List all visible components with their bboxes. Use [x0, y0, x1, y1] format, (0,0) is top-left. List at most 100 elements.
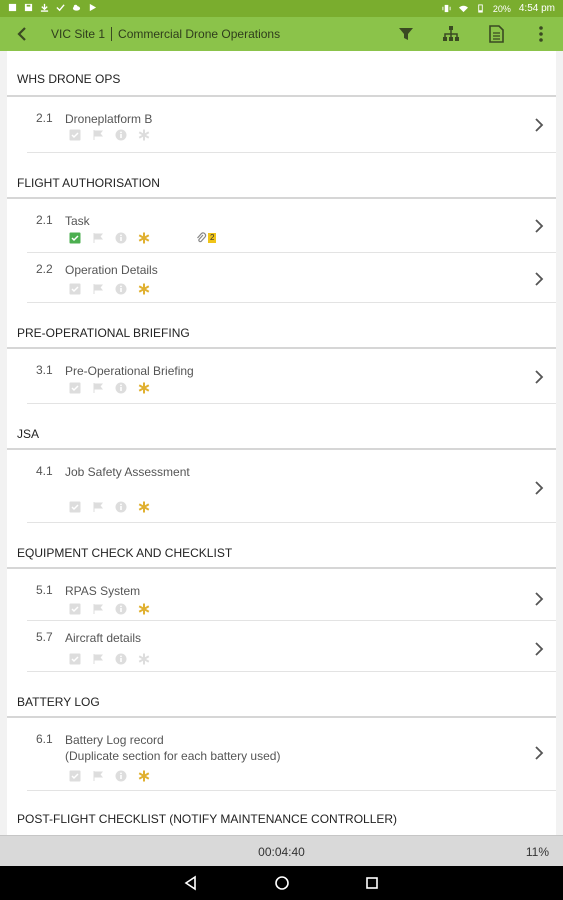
item-status-icons [69, 501, 150, 513]
section-header: WHS DRONE OPS [7, 65, 556, 97]
back-arrow-icon[interactable] [14, 25, 32, 43]
list-item[interactable]: 2.2 Operation Details [27, 253, 556, 303]
required-asterisk-icon [138, 283, 150, 295]
item-label: Droneplatform B [65, 112, 153, 126]
info-icon [115, 283, 127, 295]
item-number: 2.1 [36, 213, 53, 227]
item-status-icons [69, 603, 150, 615]
battery-icon [478, 4, 483, 13]
list-item[interactable]: 2.1 Droneplatform B [27, 97, 556, 153]
required-asterisk-icon [138, 382, 150, 394]
item-label: RPAS System [65, 584, 141, 598]
chevron-right-icon[interactable] [534, 218, 544, 234]
checkbox-icon [69, 283, 81, 295]
checkbox-icon [69, 603, 81, 615]
checkbox-icon [69, 501, 81, 513]
flag-icon [93, 502, 104, 512]
app-bar: VIC Site 1 Commercial Drone Operations [0, 17, 563, 51]
info-icon [115, 770, 127, 782]
required-asterisk-icon [138, 232, 150, 244]
section-header: BATTERY LOG [7, 688, 556, 718]
required-asterisk-icon [138, 653, 150, 665]
item-number: 6.1 [36, 732, 53, 746]
item-label: Aircraft details [65, 631, 142, 645]
battery-percent: 20% [492, 3, 511, 14]
notification-save-icon [24, 3, 33, 12]
list-item[interactable]: 3.1 Pre-Operational Briefing [27, 349, 556, 404]
checklist-content[interactable]: WHS DRONE OPS 2.1 Droneplatform B FLIGHT… [7, 51, 556, 835]
info-icon [115, 653, 127, 665]
item-label: Job Safety Assessment [65, 465, 190, 479]
list-item[interactable]: 5.1 RPAS System [27, 569, 556, 621]
required-asterisk-icon [138, 603, 150, 615]
item-number: 3.1 [36, 363, 53, 377]
notification-play-icon [89, 3, 97, 12]
chevron-right-icon[interactable] [534, 369, 544, 385]
section-header: POST-FLIGHT CHECKLIST (NOTIFY MAINTENANC… [7, 805, 556, 833]
info-icon [115, 232, 127, 244]
info-icon [115, 603, 127, 615]
notification-download-icon [40, 3, 49, 12]
chevron-right-icon[interactable] [534, 271, 544, 287]
nav-home-icon[interactable] [274, 875, 290, 891]
breadcrumb: VIC Site 1 Commercial Drone Operations [51, 26, 281, 42]
breadcrumb-separator [111, 26, 113, 41]
vibrate-icon [442, 4, 451, 13]
flag-icon [93, 383, 104, 393]
list-item[interactable]: 2.1 Task 2 [27, 199, 556, 253]
chevron-right-icon[interactable] [534, 117, 544, 133]
chevron-right-icon[interactable] [534, 745, 544, 761]
nav-recents-icon[interactable] [364, 875, 380, 891]
chevron-right-icon[interactable] [534, 480, 544, 496]
attachment-indicator[interactable]: 2 [195, 232, 217, 244]
list-item[interactable]: 6.1 Battery Log record (Duplicate sectio… [27, 718, 556, 791]
checkbox-icon [69, 770, 81, 782]
info-icon [115, 382, 127, 394]
item-label-line1: Battery Log record [65, 733, 164, 747]
report-document-icon[interactable] [486, 24, 506, 44]
item-number: 2.1 [36, 111, 53, 125]
info-icon [115, 501, 127, 513]
item-number: 4.1 [36, 464, 53, 478]
flag-icon [93, 771, 104, 781]
item-status-icons [69, 283, 150, 295]
progress-percent: 11% [525, 845, 549, 859]
item-label: Operation Details [65, 263, 158, 277]
info-icon [115, 129, 127, 141]
item-label: Pre-Operational Briefing [65, 364, 194, 378]
item-label: Battery Log record (Duplicate section fo… [65, 732, 280, 764]
item-number: 2.2 [36, 262, 53, 276]
chevron-right-icon[interactable] [534, 591, 544, 607]
elapsed-timer: 00:04:40 [258, 845, 305, 859]
attachment-count-badge: 2 [208, 233, 217, 243]
section-header: EQUIPMENT CHECK AND CHECKLIST [7, 539, 556, 569]
section-header: FLIGHT AUTHORISATION [7, 169, 556, 199]
item-status-icons [69, 653, 150, 665]
item-number: 5.1 [36, 583, 53, 597]
flag-icon [93, 604, 104, 614]
checkbox-icon [69, 382, 81, 394]
chevron-right-icon[interactable] [534, 641, 544, 657]
item-label: Task [65, 214, 90, 228]
more-options-icon[interactable] [531, 24, 551, 44]
flag-icon [93, 654, 104, 664]
item-status-icons [69, 770, 150, 782]
hierarchy-icon[interactable] [441, 24, 461, 44]
notification-check-icon [56, 4, 65, 12]
checkbox-checked-icon [69, 232, 81, 244]
list-item[interactable]: 5.7 Aircraft details [27, 621, 556, 672]
checkbox-icon [69, 653, 81, 665]
bottom-status-bar: 00:04:40 11% [0, 835, 563, 867]
system-navigation-bar [0, 866, 563, 900]
page-title: Commercial Drone Operations [118, 27, 281, 41]
clock: 4:54 pm [518, 3, 555, 14]
flag-icon [93, 130, 104, 140]
nav-back-icon[interactable] [183, 875, 199, 891]
filter-icon[interactable] [396, 24, 416, 44]
paperclip-icon [197, 232, 207, 243]
list-item[interactable]: 4.1 Job Safety Assessment [27, 450, 556, 523]
wifi-icon [458, 5, 468, 13]
item-number: 5.7 [36, 630, 53, 644]
item-status-icons [69, 129, 150, 141]
item-status-icons [69, 232, 150, 244]
